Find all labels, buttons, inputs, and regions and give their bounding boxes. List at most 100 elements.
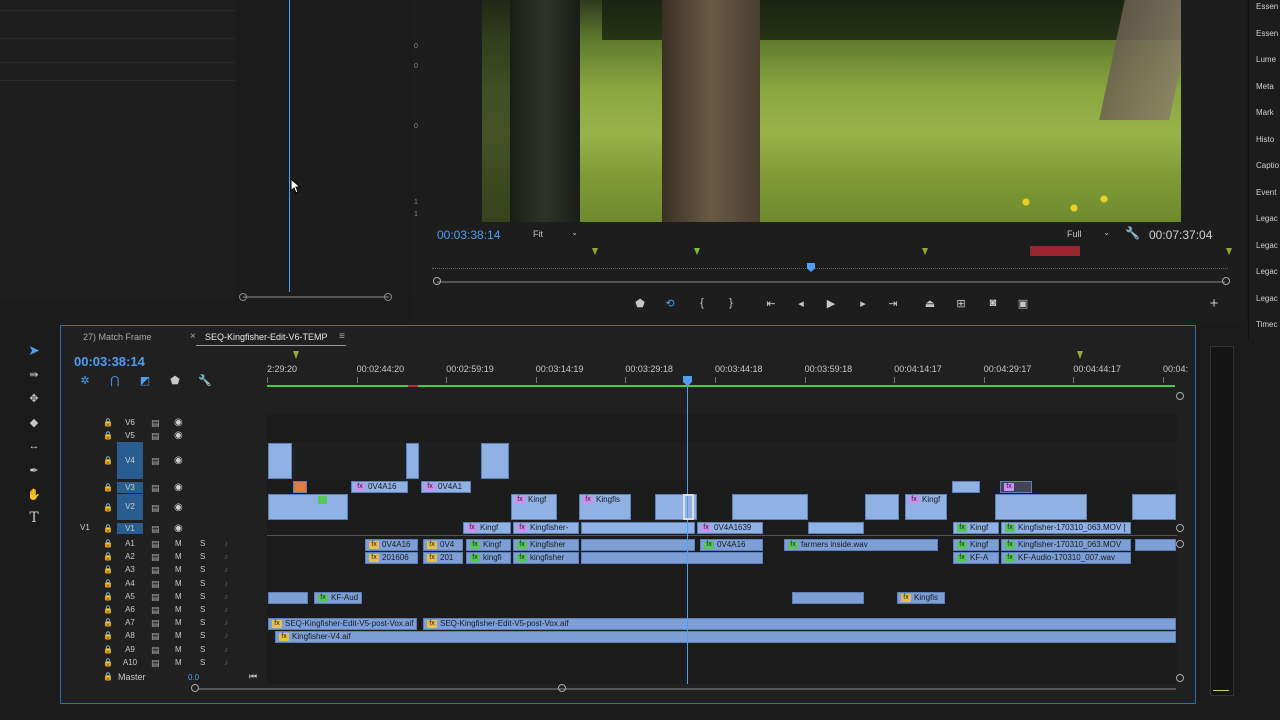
eye-icon[interactable]: ◉ <box>174 455 183 466</box>
a1-clip[interactable]: fx Kingfisher-170310_063.MOV <box>1001 539 1131 551</box>
add-marker-button[interactable]: ⬟ <box>632 295 648 311</box>
side-panel-item[interactable]: Captio <box>1256 161 1279 170</box>
selected-clip-outline[interactable] <box>683 494 694 520</box>
add-marker-icon[interactable]: ⬟ <box>168 373 182 387</box>
a1-clip[interactable]: fx farmers inside.wav <box>784 539 938 551</box>
ruler-marker-icon[interactable] <box>293 351 299 359</box>
v3-clip[interactable] <box>952 481 980 493</box>
v2-clip[interactable]: fx Kingf <box>905 494 947 520</box>
scroll-handle-right[interactable] <box>384 293 392 301</box>
solo-button[interactable]: S <box>200 605 205 614</box>
mic-icon[interactable]: ♪ <box>224 539 228 548</box>
track-label-a7[interactable]: A7 <box>120 618 140 627</box>
track-target-v1[interactable]: V1 <box>117 523 143 534</box>
source-patch-v1[interactable]: V1 <box>80 523 90 532</box>
type-tool-icon[interactable]: T <box>22 508 46 528</box>
lock-icon[interactable]: 🔒 <box>103 418 113 427</box>
track-label-a3[interactable]: A3 <box>120 565 140 574</box>
film-icon[interactable]: ▤ <box>151 579 160 590</box>
film-icon[interactable]: ▤ <box>151 483 160 494</box>
mute-button[interactable]: M <box>175 658 182 667</box>
mark-in-button[interactable]: { <box>694 295 710 311</box>
lock-icon[interactable]: 🔒 <box>103 431 113 440</box>
side-panel-item[interactable]: Mark <box>1256 108 1274 117</box>
mic-icon[interactable]: ♪ <box>224 552 228 561</box>
v3-clip[interactable]: fx 0V4A16 <box>351 481 408 493</box>
zoom-handle-right[interactable] <box>1222 277 1230 285</box>
solo-button[interactable]: S <box>200 618 205 627</box>
v1-clip[interactable]: fx 0V4A1639 <box>697 522 763 534</box>
solo-button[interactable]: S <box>200 658 205 667</box>
film-icon[interactable]: ▤ <box>151 524 160 535</box>
v1-clip[interactable]: fx Kingfisher- <box>513 522 579 534</box>
mic-icon[interactable]: ♪ <box>224 565 228 574</box>
a5-clip[interactable]: fx Kingfis <box>897 592 945 604</box>
a2-clip[interactable]: fx KF-Audio-170310_007.wav <box>1001 552 1131 564</box>
master-volume-value[interactable]: 0.0 <box>188 673 199 682</box>
v2-clip[interactable] <box>1132 494 1176 520</box>
a1-clip[interactable]: fx Kingfisher <box>513 539 579 551</box>
zoom-bar[interactable] <box>437 281 1225 283</box>
slip-tool-icon[interactable]: ↔ <box>22 436 46 456</box>
film-icon[interactable]: ▤ <box>151 552 160 563</box>
lock-icon[interactable]: 🔒 <box>103 539 113 548</box>
side-panel-item[interactable]: Timec <box>1256 320 1277 329</box>
mute-button[interactable]: M <box>175 645 182 654</box>
a5-clip[interactable] <box>792 592 864 604</box>
v3-clip[interactable]: fx <box>1000 481 1032 493</box>
razor-tool-icon[interactable]: ◆ <box>22 412 46 432</box>
eye-icon[interactable]: ◉ <box>174 523 183 534</box>
selection-tool-icon[interactable]: ➤ <box>22 340 46 360</box>
scroll-handle-middle[interactable] <box>558 684 566 692</box>
work-area-in-marker[interactable] <box>408 385 418 387</box>
v2-clip[interactable] <box>732 494 808 520</box>
v1-clip[interactable] <box>581 522 695 534</box>
v1-clip[interactable] <box>808 522 864 534</box>
fit-select[interactable]: Fit ⌄ <box>528 227 582 241</box>
wrench-icon[interactable]: 🔧 <box>1125 226 1140 240</box>
nest-toggle-icon[interactable]: ✲ <box>78 373 92 387</box>
side-panel-item[interactable]: Legac <box>1256 267 1278 276</box>
lift-button[interactable]: ⏏ <box>921 295 939 311</box>
track-label-a10[interactable]: A10 <box>120 658 140 667</box>
program-video-frame[interactable] <box>482 0 1181 222</box>
mute-button[interactable]: M <box>175 618 182 627</box>
solo-button[interactable]: S <box>200 552 205 561</box>
lock-icon[interactable]: 🔒 <box>103 483 113 492</box>
side-panel-item[interactable]: Event <box>1256 188 1276 197</box>
track-label-a5[interactable]: A5 <box>120 592 140 601</box>
a5-clip[interactable]: fx KF-Aud <box>314 592 362 604</box>
film-icon[interactable]: ▤ <box>151 618 160 629</box>
v3-clip[interactable]: fx 0V4A1 <box>421 481 471 493</box>
side-panel-item[interactable]: Histo <box>1256 135 1274 144</box>
marker-icon[interactable] <box>1226 248 1232 255</box>
side-panel-item[interactable]: Essen <box>1256 2 1278 11</box>
a2-clip[interactable]: fx KF-A <box>953 552 999 564</box>
track-label-a4[interactable]: A4 <box>120 579 140 588</box>
v1-clip[interactable]: fx Kingf <box>463 522 511 534</box>
track-label-a8[interactable]: A8 <box>120 631 140 640</box>
mic-icon[interactable]: ♪ <box>224 631 228 640</box>
eye-icon[interactable]: ◉ <box>174 482 183 493</box>
linked-selection-icon[interactable]: ◩ <box>138 373 152 387</box>
a2-clip[interactable]: fx kingfi <box>466 552 511 564</box>
lock-icon[interactable]: 🔒 <box>103 631 113 640</box>
lock-icon[interactable]: 🔒 <box>103 672 113 681</box>
effect-scrollbar[interactable] <box>243 296 389 298</box>
step-back-button[interactable]: ◂ <box>793 295 809 311</box>
lock-icon[interactable]: 🔒 <box>103 645 113 654</box>
tab-sequence[interactable]: SEQ-Kingfisher-Edit-V6-TEMP <box>205 332 328 342</box>
mute-button[interactable]: M <box>175 579 182 588</box>
film-icon[interactable]: ▤ <box>151 592 160 603</box>
v2-clip[interactable]: fx Kingfis <box>579 494 631 520</box>
solo-button[interactable]: S <box>200 579 205 588</box>
mic-icon[interactable]: ♪ <box>224 658 228 667</box>
mute-button[interactable]: M <box>175 592 182 601</box>
timeline-current-time[interactable]: 00:03:38:14 <box>74 354 145 369</box>
mute-button[interactable]: M <box>175 605 182 614</box>
a2-clip[interactable]: fx 201606 <box>365 552 418 564</box>
lock-icon[interactable]: 🔒 <box>103 565 113 574</box>
snap-magnet-icon[interactable]: ⋂ <box>108 373 122 387</box>
scroll-handle-right[interactable] <box>1176 674 1184 682</box>
mic-icon[interactable]: ♪ <box>224 618 228 627</box>
